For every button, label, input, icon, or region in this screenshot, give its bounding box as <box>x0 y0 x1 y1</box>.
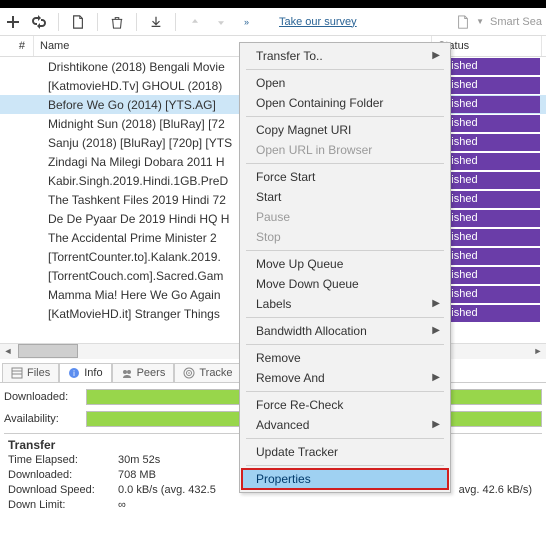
tab-info[interactable]: i Info <box>59 363 111 382</box>
toolbar-separator <box>175 13 176 31</box>
tab-info-label: Info <box>84 367 102 379</box>
move-down-icon[interactable] <box>212 13 230 31</box>
tab-trackers-label: Tracke <box>199 367 232 379</box>
toolbar-separator <box>136 13 137 31</box>
menu-item-open[interactable]: Open <box>242 73 448 93</box>
delete-icon[interactable] <box>108 13 126 31</box>
toolbar-separator <box>58 13 59 31</box>
menu-item-bandwidth-allocation[interactable]: Bandwidth Allocation▶ <box>242 321 448 341</box>
move-up-icon[interactable] <box>186 13 204 31</box>
submenu-arrow-icon: ▶ <box>432 298 440 309</box>
context-menu[interactable]: Transfer To..▶ OpenOpen Containing Folder… <box>239 42 451 493</box>
tab-files[interactable]: Files <box>2 363 59 382</box>
expand-chevron-icon[interactable]: » <box>244 17 249 27</box>
menu-item-open-url-in-browser: Open URL in Browser <box>242 140 448 160</box>
submenu-arrow-icon: ▶ <box>432 50 440 61</box>
tab-trackers[interactable]: Tracke <box>174 363 241 382</box>
survey-link[interactable]: Take our survey <box>279 16 357 28</box>
menu-item-transfer-to[interactable]: Transfer To..▶ <box>242 46 448 66</box>
smart-search-doc-icon[interactable] <box>456 15 470 29</box>
menu-separator <box>246 438 444 439</box>
trackers-icon <box>183 367 195 379</box>
column-header-number[interactable]: # <box>0 36 34 56</box>
tab-peers-label: Peers <box>137 367 166 379</box>
menu-item-pause: Pause <box>242 207 448 227</box>
tab-files-label: Files <box>27 367 50 379</box>
peers-icon <box>121 367 133 379</box>
menu-item-move-down-queue[interactable]: Move Down Queue <box>242 274 448 294</box>
menu-separator <box>246 465 444 466</box>
menu-item-advanced[interactable]: Advanced▶ <box>242 415 448 435</box>
scroll-right-arrow[interactable]: ► <box>530 344 546 359</box>
toolbar-right: ▼ Smart Sea <box>456 15 542 29</box>
add-link-icon[interactable] <box>30 13 48 31</box>
menu-item-force-start[interactable]: Force Start <box>242 167 448 187</box>
download-speed-label: Download Speed: <box>8 484 118 496</box>
window-top-blackbar <box>0 0 546 8</box>
availability-bar-label: Availability: <box>4 413 86 425</box>
tab-peers[interactable]: Peers <box>112 363 175 382</box>
submenu-arrow-icon: ▶ <box>432 372 440 383</box>
menu-item-properties[interactable]: Properties <box>242 469 448 489</box>
add-torrent-icon[interactable] <box>4 13 22 31</box>
new-file-icon[interactable] <box>69 13 87 31</box>
downloaded-bar-label: Downloaded: <box>4 391 86 403</box>
menu-separator <box>246 317 444 318</box>
menu-item-force-re-check[interactable]: Force Re-Check <box>242 395 448 415</box>
menu-item-remove[interactable]: Remove <box>242 348 448 368</box>
menu-item-update-tracker[interactable]: Update Tracker <box>242 442 448 462</box>
menu-separator <box>246 344 444 345</box>
dropdown-arrow-icon[interactable]: ▼ <box>476 17 484 26</box>
menu-separator <box>246 69 444 70</box>
scroll-left-arrow[interactable]: ◄ <box>0 344 16 359</box>
toolbar-separator <box>97 13 98 31</box>
download-icon[interactable] <box>147 13 165 31</box>
down-limit-value: ∞ <box>118 499 268 511</box>
submenu-arrow-icon: ▶ <box>432 325 440 336</box>
downloaded-size-label: Downloaded: <box>8 469 118 481</box>
menu-item-open-containing-folder[interactable]: Open Containing Folder <box>242 93 448 113</box>
time-elapsed-label: Time Elapsed: <box>8 454 118 466</box>
submenu-arrow-icon: ▶ <box>432 419 440 430</box>
down-limit-label: Down Limit: <box>8 499 118 511</box>
menu-item-start[interactable]: Start <box>242 187 448 207</box>
menu-item-remove-and[interactable]: Remove And▶ <box>242 368 448 388</box>
menu-item-labels[interactable]: Labels▶ <box>242 294 448 314</box>
scroll-thumb[interactable] <box>18 344 78 358</box>
main-toolbar: » Take our survey ▼ Smart Sea <box>0 8 546 36</box>
menu-item-stop: Stop <box>242 227 448 247</box>
info-icon: i <box>68 367 80 379</box>
svg-text:i: i <box>73 369 75 378</box>
menu-item-move-up-queue[interactable]: Move Up Queue <box>242 254 448 274</box>
menu-separator <box>246 391 444 392</box>
smart-search-text[interactable]: Smart Sea <box>490 16 542 28</box>
menu-separator <box>246 163 444 164</box>
menu-item-copy-magnet-uri[interactable]: Copy Magnet URI <box>242 120 448 140</box>
menu-separator <box>246 116 444 117</box>
menu-separator <box>246 250 444 251</box>
files-icon <box>11 367 23 379</box>
